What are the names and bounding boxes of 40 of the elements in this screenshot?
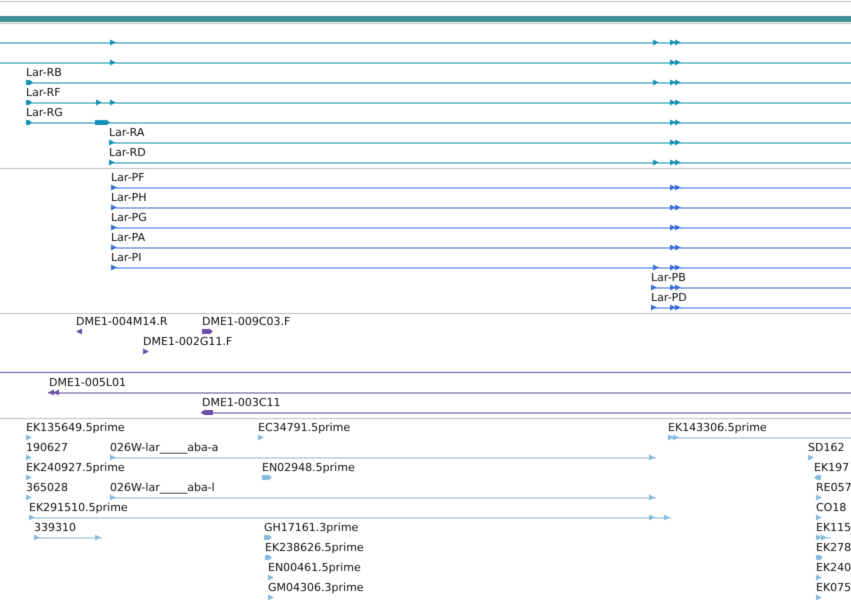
feature-label: Lar-RB xyxy=(26,66,62,79)
feature-label: Lar-PF xyxy=(111,171,145,184)
feature-label: Lar-RF xyxy=(26,86,61,99)
feature-label: EK291510.5prime xyxy=(29,501,128,514)
feature-label: EK278 xyxy=(816,541,851,554)
feature-label: GH17161.3prime xyxy=(264,521,358,534)
feature-label: EN02948.5prime xyxy=(262,461,355,474)
feature-label: DME1-002G11.F xyxy=(143,335,232,348)
feature-label: GM04306.3prime xyxy=(268,581,364,594)
feature-label: EK143306.5prime xyxy=(668,421,767,434)
feature-label: EK197 xyxy=(814,461,850,474)
feature-label: Lar-PA xyxy=(111,231,146,244)
feature-label: Lar-PG xyxy=(111,211,147,224)
feature-label: Lar-PB xyxy=(651,271,686,284)
feature-label: 026W-lar_____aba-l xyxy=(110,481,215,494)
feature-label: EK075 xyxy=(816,581,851,594)
feature-label: EK240927.5prime xyxy=(26,461,125,474)
feature-label: CO18 xyxy=(816,501,846,514)
feature-label: 365028 xyxy=(26,481,68,494)
feature-label: EK238626.5prime xyxy=(265,541,364,554)
feature-label: Lar-PH xyxy=(111,191,147,204)
feature-label: Lar-PD xyxy=(651,291,687,304)
feature-label: EK135649.5prime xyxy=(26,421,125,434)
feature-label: EK240 xyxy=(816,561,851,574)
feature-label: DME1-003C11 xyxy=(202,396,281,409)
feature-label: Lar-RA xyxy=(109,126,144,139)
feature-label: Lar-RG xyxy=(26,106,63,119)
feature-label: 026W-lar_____aba-a xyxy=(110,441,218,454)
feature-label: RE057 xyxy=(816,481,851,494)
feature-label: EN00461.5prime xyxy=(268,561,361,574)
feature-label: 339310 xyxy=(34,521,76,534)
feature-label: DME1-004M14.R xyxy=(76,315,168,328)
feature-label: DME1-009C03.F xyxy=(202,315,290,328)
feature-label: Lar-PI xyxy=(111,251,142,264)
feature-label: EK115 xyxy=(816,521,851,534)
feature-label: DME1-005L01 xyxy=(49,376,126,389)
feature-label: 190627 xyxy=(26,441,68,454)
feature-label: Lar-RD xyxy=(109,146,146,159)
feature-label: SD162 xyxy=(808,441,844,454)
feature-label: EC34791.5prime xyxy=(258,421,350,434)
